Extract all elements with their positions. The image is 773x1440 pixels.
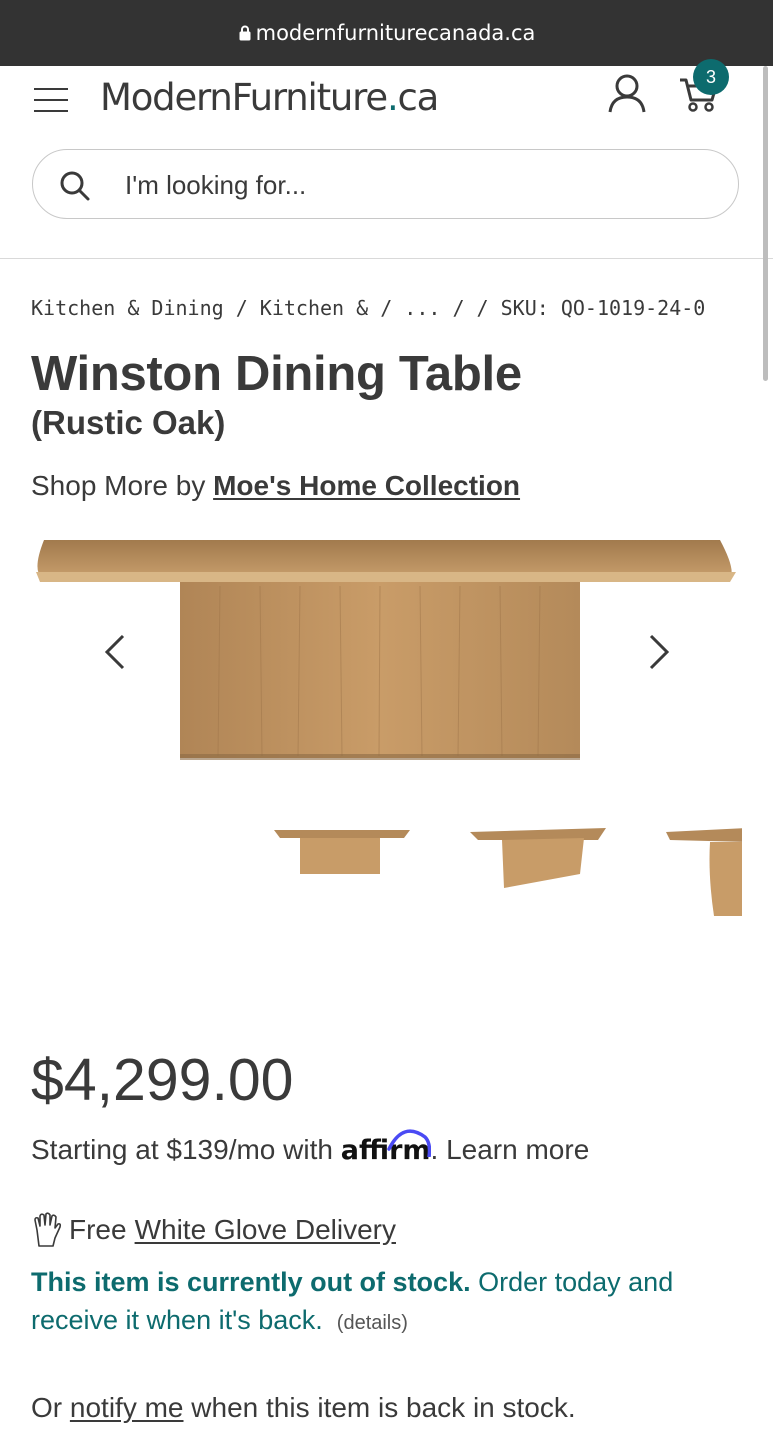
search-input[interactable] — [123, 162, 707, 208]
breadcrumb-item-kitchen[interactable]: Kitchen & — [260, 296, 368, 320]
thumbnail-front[interactable] — [272, 826, 412, 886]
breadcrumb-separator: / — [223, 296, 260, 320]
cart-count-badge[interactable]: 3 — [693, 59, 729, 95]
brand-link[interactable]: Moe's Home Collection — [213, 470, 520, 501]
learn-more-link[interactable]: . Learn more — [431, 1134, 590, 1165]
hamburger-icon[interactable] — [34, 88, 68, 112]
notify-line: Or notify me when this item is back in s… — [31, 1392, 576, 1424]
product-price: $4,299.00 — [31, 1047, 294, 1113]
financing-prefix: Starting at $139/mo with — [31, 1134, 341, 1165]
chevron-right-icon[interactable] — [643, 632, 673, 672]
breadcrumb-item-kitchen-dining[interactable]: Kitchen & Dining — [31, 296, 224, 320]
lock-icon — [239, 25, 251, 41]
thumbnail-strip — [268, 820, 742, 930]
thumbnail-side[interactable] — [666, 826, 742, 916]
white-glove-delivery-link[interactable]: White Glove Delivery — [135, 1214, 396, 1246]
breadcrumb-separator: / — [440, 296, 477, 320]
shop-more-prefix: Shop More by — [31, 470, 214, 501]
stock-status-bold: This item is currently out of stock. — [31, 1267, 471, 1297]
product-variant: (Rustic Oak) — [31, 404, 226, 441]
stock-status: This item is currently out of stock. Ord… — [31, 1263, 731, 1342]
page-scrollbar[interactable] — [763, 66, 768, 381]
notify-me-link[interactable]: notify me — [70, 1392, 184, 1423]
search-bar[interactable] — [32, 149, 739, 219]
shop-more-line: Shop More by Moe's Home Collection — [31, 470, 520, 502]
affirm-logo: affirm — [341, 1129, 431, 1166]
details-link[interactable]: (details) — [337, 1312, 408, 1334]
delivery-prefix: Free — [69, 1214, 127, 1245]
chevron-left-icon[interactable] — [101, 632, 131, 672]
product-image[interactable] — [30, 530, 742, 770]
account-icon[interactable] — [606, 72, 648, 114]
notify-prefix: Or — [31, 1392, 70, 1423]
affirm-arc-icon — [386, 1129, 431, 1157]
breadcrumb: Kitchen & Dining / Kitchen & / ... / / S… — [31, 296, 705, 320]
site-logo[interactable]: ModernFurniture.ca — [100, 76, 440, 119]
breadcrumb-sku: SKU: QO-1019-24-0 — [500, 296, 706, 320]
url-text: modernfurniturecanada.ca — [255, 21, 536, 45]
glove-icon — [34, 1212, 62, 1247]
thumbnail-angle[interactable] — [468, 826, 608, 896]
logo-tld: ca — [397, 76, 440, 119]
breadcrumb-separator: / — [476, 296, 501, 320]
browser-url-bar[interactable]: modernfurniturecanada.ca — [0, 0, 773, 66]
delivery-line: Free White Glove Delivery — [31, 1212, 396, 1248]
logo-text: ModernFurniture — [100, 76, 388, 119]
breadcrumb-item-ellipsis[interactable]: ... — [404, 296, 440, 320]
notify-suffix: when this item is back in stock. — [183, 1392, 576, 1423]
search-icon[interactable] — [59, 170, 91, 202]
logo-dot: . — [386, 76, 399, 119]
breadcrumb-separator: / — [368, 296, 405, 320]
product-title: Winston Dining Table — [31, 347, 522, 401]
financing-line: Starting at $139/mo with affirm. Learn m… — [31, 1129, 590, 1166]
